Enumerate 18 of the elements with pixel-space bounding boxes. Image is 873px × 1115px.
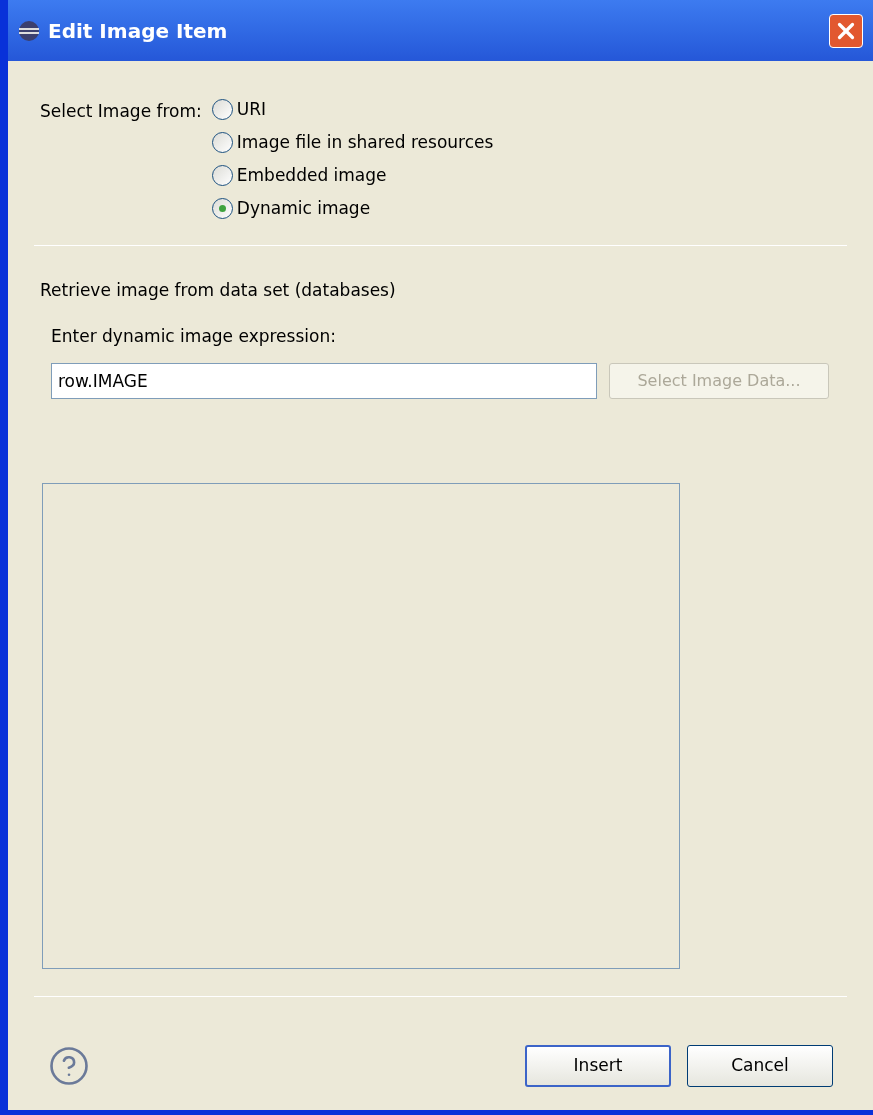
radio-button[interactable] bbox=[211, 99, 233, 120]
radio-option[interactable]: URI bbox=[211, 97, 494, 122]
radio-option[interactable]: Image file in shared resources bbox=[211, 130, 494, 155]
dialog-button[interactable]: Cancel bbox=[687, 1045, 833, 1087]
help-icon[interactable] bbox=[48, 1045, 90, 1087]
radio-button[interactable] bbox=[211, 165, 233, 186]
section-title: Retrieve image from data set (databases) bbox=[40, 279, 397, 302]
radio-option[interactable]: Embedded image bbox=[211, 163, 494, 188]
expression-label: Enter dynamic image expression: bbox=[51, 324, 337, 348]
source-label: Select Image from: bbox=[40, 100, 202, 123]
radio-option[interactable]: Dynamic image bbox=[211, 196, 494, 221]
window-title: Edit Image Item bbox=[48, 17, 229, 45]
dialog-button[interactable]: Insert bbox=[525, 1045, 671, 1087]
close-button[interactable] bbox=[829, 13, 863, 48]
radio-button[interactable] bbox=[211, 132, 233, 153]
expression-field[interactable]: row.IMAGE bbox=[51, 363, 597, 399]
radio-button[interactable] bbox=[211, 198, 233, 219]
globe-icon bbox=[18, 19, 40, 42]
